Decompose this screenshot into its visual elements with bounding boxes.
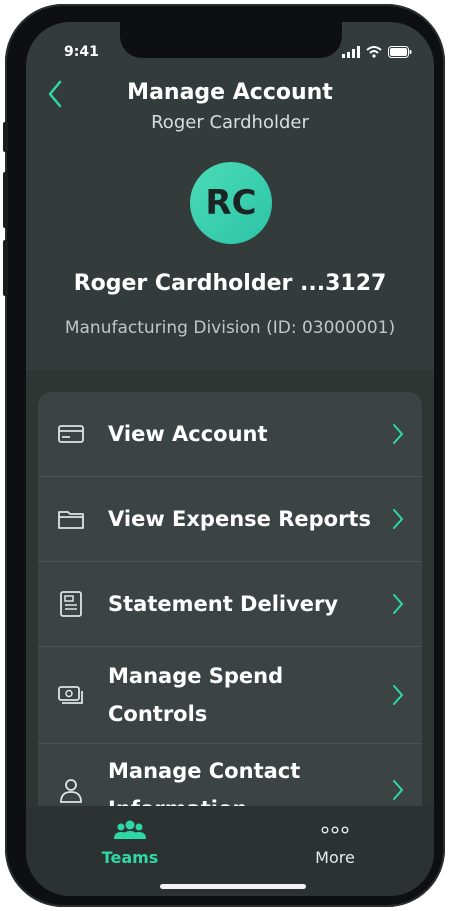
account-header: Manage Account Roger Cardholder RC Roger… [26,66,434,366]
page-title: Manage Account [127,80,333,105]
tab-label: Teams [101,848,159,867]
tab-teams[interactable]: Teams [70,820,190,867]
phone-frame: 9:41 Manage Account Roger Cardholder RC … [3,4,445,907]
account-menu: View Account View Expense Reports Statem… [38,392,422,822]
menu-item-label-line1: Manage Spend [108,664,284,688]
page-subtitle: Roger Cardholder [151,112,309,133]
notch [120,22,342,58]
tab-more[interactable]: More [275,820,395,867]
signal-icon [342,46,360,58]
more-icon [321,826,349,834]
division-label: Manufacturing Division (ID: 03000001) [64,318,396,338]
chevron-right-icon [393,594,404,614]
menu-item-view-expense-reports[interactable]: View Expense Reports [38,477,422,562]
folder-icon [58,511,84,529]
cardholder-name: Roger Cardholder ...3127 [73,271,387,296]
screen: 9:41 Manage Account Roger Cardholder RC … [26,22,434,896]
chevron-right-icon [393,424,404,444]
volume-up-button [3,172,8,228]
status-time: 9:41 [64,44,99,60]
team-icon [114,820,146,839]
menu-item-label: View Account [108,422,268,446]
chevron-right-icon [393,685,404,705]
document-icon [60,591,82,617]
menu-item-label-line1: Manage Contact [108,759,301,783]
chevron-right-icon [393,780,404,800]
menu-item-view-account[interactable]: View Account [38,392,422,477]
menu-item-label: Statement Delivery [108,592,339,616]
battery-icon [388,46,412,58]
menu-item-statement-delivery[interactable]: Statement Delivery [38,562,422,647]
tab-label: More [315,848,355,867]
money-icon [58,686,83,704]
avatar: RC [190,162,272,244]
card-icon [58,425,84,443]
status-icons [342,46,412,58]
menu-item-label-line2: Controls [108,702,208,726]
chevron-right-icon [393,509,404,529]
volume-down-button [3,240,8,296]
person-icon [60,779,82,803]
avatar-initials: RC [205,183,257,223]
mute-switch [3,122,8,152]
tab-bar: Teams More [26,806,434,896]
menu-item-label: View Expense Reports [108,507,371,531]
wifi-icon [366,46,382,58]
home-indicator[interactable] [160,884,306,889]
menu-item-manage-spend-controls[interactable]: Manage Spend Controls [38,647,422,744]
